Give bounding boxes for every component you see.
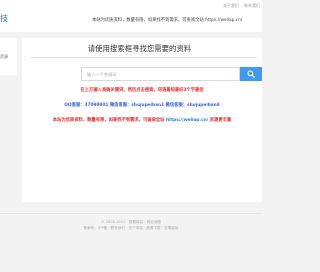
footer-links: 备案号：ICP备 · 联系我们 · 关于本站 · 资源下载 · 友情链接 [83, 226, 179, 230]
site-notice-line: 本站为优质资料，数量有限，如果找不到需求，可查阅全站 https://welia… [22, 117, 262, 123]
site-notice: 本站为优质资料，数量有限，如果找不到需求，可查阅全站 https://welia… [92, 18, 243, 23]
site-logo[interactable]: 技 [0, 13, 8, 24]
page-title: 请使用搜索框寻找您需要的资料 [87, 44, 192, 53]
site-link[interactable]: https://weliap.cn/ [166, 118, 208, 123]
customer-service-info: QQ客服：37099801 微信客服：shujupeiban1 微信客服：shu… [64, 103, 220, 108]
notice-text-before: 本站为优质资料，数量有限，如果找不到需求，可查阅全站 [52, 118, 166, 123]
title-divider [30, 57, 257, 58]
main-panel: 请使用搜索框寻找您需要的资料 输入一个关键词 在上方输入准确关键词，然后点击搜索… [22, 38, 262, 202]
footer-copyright: © 2005-2021 · 数据库站 · 网站地图 [101, 220, 161, 224]
search-button[interactable] [240, 67, 262, 81]
sidebar-item[interactable]: 资源 [0, 54, 8, 60]
footer-divider [0, 213, 262, 214]
search-input[interactable]: 输入一个关键词 [81, 67, 240, 81]
notice-text-after: 资源更丰富 [208, 118, 232, 123]
about-link[interactable]: 关于我们 [223, 3, 239, 9]
top-bar: 技 关于我们 联系我们 本站为优质资料，数量有限，如果找不到需求，可查阅全站 h… [0, 0, 262, 32]
search-hint: 在上方输入准确关键词，然后点击搜索，词语最短最好3个字最佳 [80, 88, 204, 93]
sidebar: 资源 [0, 38, 17, 75]
search-icon [247, 70, 255, 78]
contact-link[interactable]: 联系我们 [244, 3, 260, 9]
